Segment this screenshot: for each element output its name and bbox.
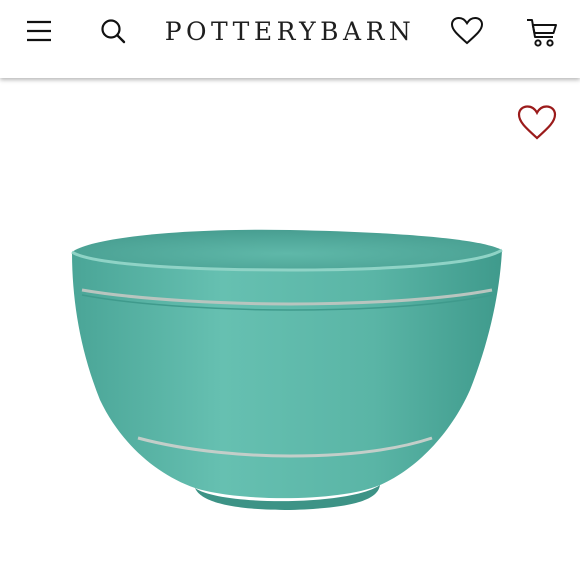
top-navigation-bar: POTTERYBARN [0, 0, 580, 78]
heart-outline-icon [450, 16, 484, 45]
product-image [71, 229, 503, 510]
search-button[interactable] [96, 14, 130, 48]
heart-outline-icon [517, 105, 557, 140]
bowl-body [72, 250, 502, 499]
menu-button[interactable] [22, 14, 56, 48]
brand-logo[interactable]: POTTERYBARN [160, 14, 420, 48]
wishlist-button[interactable] [448, 12, 486, 50]
search-icon [101, 19, 126, 44]
cart-button[interactable] [522, 12, 562, 52]
hamburger-menu-icon [27, 20, 51, 42]
favorite-button[interactable] [514, 100, 560, 146]
shopping-cart-icon [527, 19, 557, 47]
